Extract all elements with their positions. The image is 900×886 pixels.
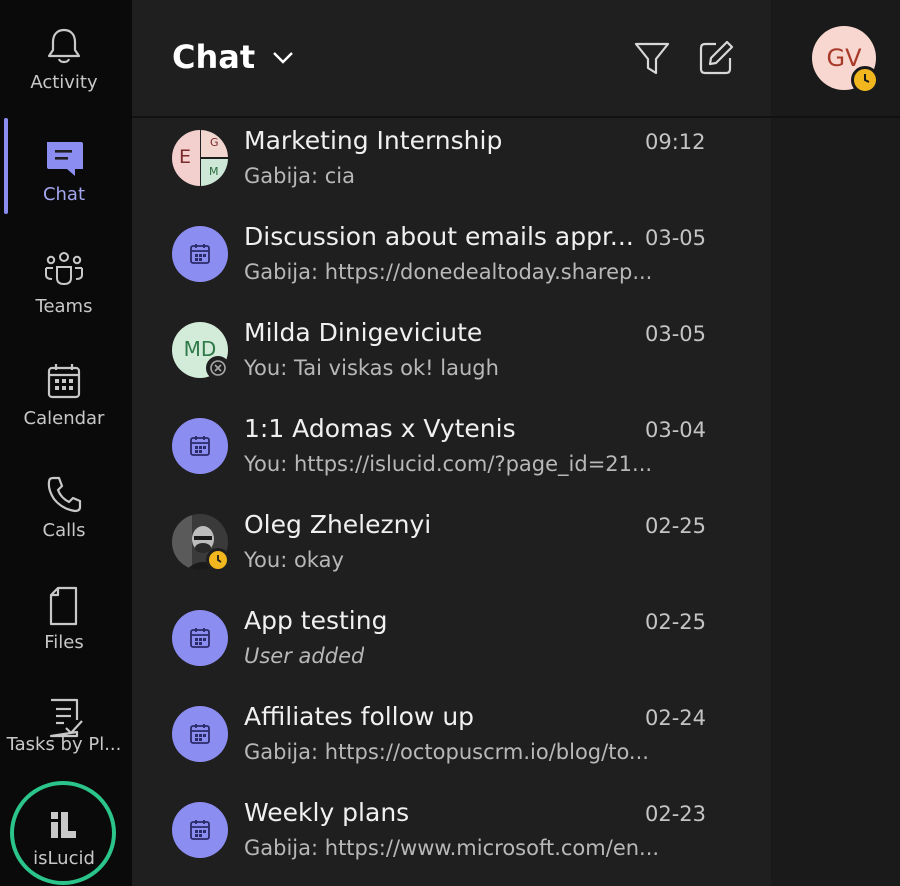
chat-name: App testing bbox=[244, 606, 388, 635]
chat-list-item[interactable]: App testing 02-25 User added bbox=[132, 598, 771, 694]
chat-preview: Gabija: cia bbox=[244, 164, 356, 188]
avatar-letter: E bbox=[179, 146, 192, 168]
chat-timestamp: 02-25 bbox=[645, 610, 707, 634]
rail-item-teams[interactable]: Teams bbox=[0, 228, 128, 340]
chat-name: Affiliates follow up bbox=[244, 702, 475, 731]
meeting-avatar bbox=[172, 418, 228, 474]
chat-list-item[interactable]: Affiliates follow up 02-24 Gabija: https… bbox=[132, 694, 771, 790]
chat-name: Weekly plans bbox=[244, 798, 410, 827]
file-icon bbox=[49, 586, 78, 626]
conversation-area: GV bbox=[771, 0, 900, 886]
meeting-avatar bbox=[172, 802, 228, 858]
top-bar: GV bbox=[771, 0, 900, 118]
rail-item-label: Teams bbox=[35, 296, 93, 317]
phone-icon bbox=[47, 476, 82, 513]
chat-name: 1:1 Adomas x Vytenis bbox=[244, 414, 516, 443]
rail-item-calendar[interactable]: Calendar bbox=[0, 340, 128, 452]
chat-timestamp: 03-04 bbox=[645, 418, 707, 442]
rail-item-label: Activity bbox=[30, 72, 98, 93]
rail-item-label: Tasks by Pl... bbox=[6, 734, 122, 755]
chat-list-item[interactable]: Discussion about emails appr... 03-05 Ga… bbox=[132, 214, 771, 310]
away-status-icon bbox=[851, 66, 879, 94]
rail-item-chat[interactable]: Chat bbox=[0, 116, 128, 228]
chat-preview: You: okay bbox=[244, 548, 344, 572]
chat-timestamp: 03-05 bbox=[645, 322, 707, 346]
calendar-icon bbox=[190, 724, 210, 744]
meeting-avatar bbox=[172, 706, 228, 762]
highlight-ring bbox=[10, 781, 116, 885]
chat-preview: Gabija: https://www.microsoft.com/en... bbox=[244, 836, 660, 860]
chat-name: Marketing Internship bbox=[244, 126, 503, 155]
chat-preview: User added bbox=[244, 644, 365, 668]
chat-name: Milda Dinigeviciute bbox=[244, 318, 483, 347]
app-rail: Activity Chat Teams Calendar Calls Files… bbox=[0, 0, 132, 886]
rail-item-activity[interactable]: Activity bbox=[0, 4, 128, 116]
chat-list-panel: Chat E G M Marketing Internship 09:12 Ga… bbox=[132, 0, 771, 886]
chat-preview: You: Tai viskas ok! laugh bbox=[244, 356, 499, 380]
chat-list-item[interactable]: Weekly plans 02-23 Gabija: https://www.m… bbox=[132, 790, 771, 886]
calendar-icon bbox=[190, 628, 210, 648]
chat-timestamp: 02-23 bbox=[645, 802, 707, 826]
chat-timestamp: 02-25 bbox=[645, 514, 707, 538]
offline-status-icon bbox=[206, 356, 230, 380]
chat-timestamp: 09:12 bbox=[645, 130, 706, 154]
group-avatar: E G M bbox=[172, 130, 228, 186]
chat-preview: You: https://islucid.com/?page_id=21... bbox=[244, 452, 653, 476]
filter-icon[interactable] bbox=[632, 38, 672, 78]
chat-preview: Gabija: https://donedealtoday.sharep... bbox=[244, 260, 653, 284]
rail-item-calls[interactable]: Calls bbox=[0, 452, 128, 564]
meeting-avatar bbox=[172, 610, 228, 666]
chat-name: Oleg Zheleznyi bbox=[244, 510, 432, 539]
rail-item-files[interactable]: Files bbox=[0, 564, 128, 676]
calendar-icon bbox=[190, 820, 210, 840]
chat-list-item[interactable]: 1:1 Adomas x Vytenis 03-04 You: https://… bbox=[132, 406, 771, 502]
chat-preview: Gabija: https://octopuscrm.io/blog/to... bbox=[244, 740, 649, 764]
page-title[interactable]: Chat bbox=[172, 38, 255, 76]
chat-list-item[interactable]: E G M Marketing Internship 09:12 Gabija:… bbox=[132, 118, 771, 214]
calendar-icon bbox=[190, 244, 210, 264]
chat-icon bbox=[47, 142, 83, 176]
chat-timestamp: 03-05 bbox=[645, 226, 707, 250]
bell-icon bbox=[47, 28, 81, 64]
avatar-letter: G bbox=[210, 136, 219, 149]
avatar-letter: M bbox=[209, 165, 219, 178]
rail-item-tasks[interactable]: Tasks by Pl... bbox=[0, 676, 128, 788]
teams-icon bbox=[45, 252, 83, 286]
new-chat-icon[interactable] bbox=[696, 38, 736, 78]
chat-name: Discussion about emails appr... bbox=[244, 222, 634, 251]
rail-item-label: Files bbox=[44, 632, 84, 653]
rail-item-label: Calendar bbox=[23, 408, 105, 429]
meeting-avatar bbox=[172, 226, 228, 282]
calendar-icon bbox=[47, 364, 81, 399]
calendar-icon bbox=[190, 436, 210, 456]
chat-timestamp: 02-24 bbox=[645, 706, 707, 730]
chevron-down-icon[interactable] bbox=[270, 44, 296, 70]
chat-list-item[interactable]: MD Milda Dinigeviciute 03-05 You: Tai vi… bbox=[132, 310, 771, 406]
rail-item-label: Chat bbox=[42, 184, 86, 205]
rail-item-label: Calls bbox=[42, 520, 86, 541]
chat-list-item[interactable]: Oleg Zheleznyi 02-25 You: okay bbox=[132, 502, 771, 598]
chat-list-header: Chat bbox=[132, 0, 771, 118]
away-status-icon bbox=[206, 548, 230, 572]
